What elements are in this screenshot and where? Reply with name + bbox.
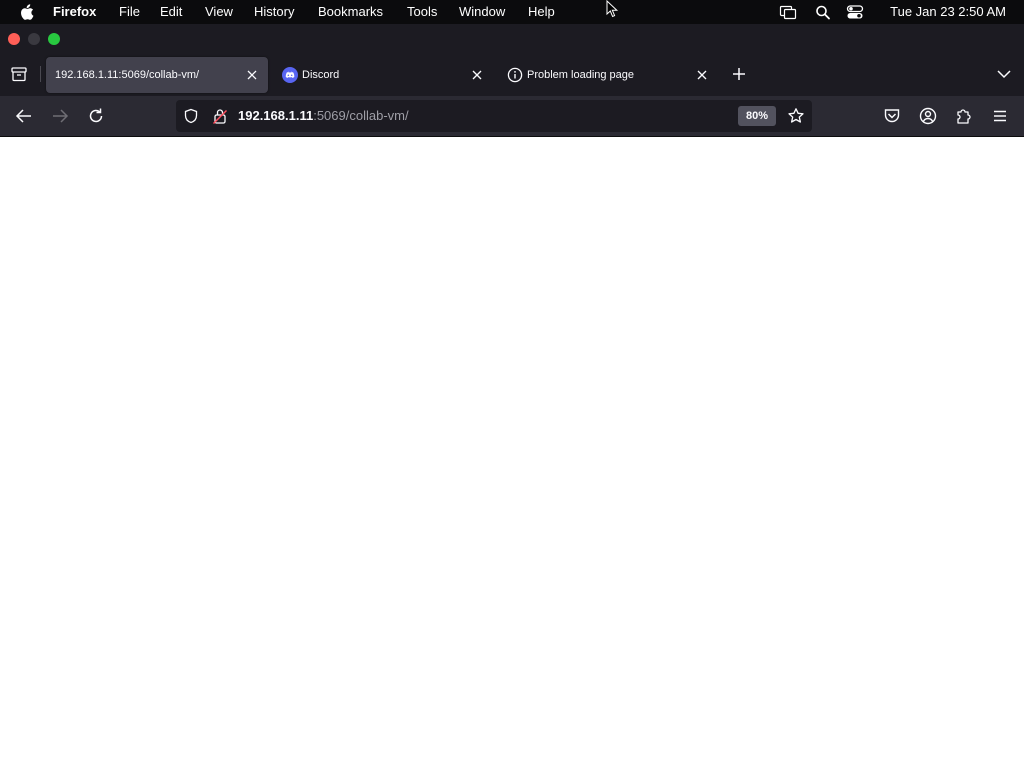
- account-icon[interactable]: [918, 106, 938, 126]
- extensions-puzzle-icon[interactable]: [954, 106, 974, 126]
- tab-problem-loading[interactable]: Problem loading page: [496, 57, 718, 93]
- menu-help[interactable]: Help: [528, 4, 555, 20]
- menu-bookmarks[interactable]: Bookmarks: [318, 4, 383, 20]
- back-arrow-icon[interactable]: [14, 106, 34, 126]
- list-all-tabs-chevron-down-icon[interactable]: [995, 66, 1013, 82]
- menu-file[interactable]: File: [119, 4, 140, 20]
- menu-edit[interactable]: Edit: [160, 4, 182, 20]
- window-zoom-button[interactable]: [48, 33, 60, 45]
- zoom-level-badge[interactable]: 80%: [738, 106, 776, 126]
- menu-bar-clock[interactable]: Tue Jan 23 2:50 AM: [890, 4, 1006, 20]
- control-center-icon[interactable]: [846, 3, 864, 21]
- hamburger-menu-icon[interactable]: [990, 106, 1010, 126]
- tab-title: Discord: [302, 69, 340, 81]
- menu-app-firefox[interactable]: Firefox: [53, 4, 96, 20]
- page-content-area[interactable]: [0, 137, 1024, 768]
- url-host: 192.168.1.11: [238, 108, 314, 123]
- menu-history[interactable]: History: [254, 4, 294, 20]
- tab-strip: 192.168.1.11:5069/collab-vm/ Discord Pro…: [0, 52, 1024, 96]
- url-bar[interactable]: 192.168.1.11:5069/collab-vm/ 80%: [176, 100, 812, 132]
- navigation-toolbar: 192.168.1.11:5069/collab-vm/ 80%: [0, 96, 1024, 137]
- forward-arrow-icon[interactable]: [50, 106, 70, 126]
- insecure-lock-icon[interactable]: [212, 107, 228, 125]
- mouse-pointer-icon: [606, 0, 619, 18]
- menu-tools[interactable]: Tools: [407, 4, 437, 20]
- tab-close-icon[interactable]: [694, 67, 710, 83]
- tab-close-icon[interactable]: [244, 67, 260, 83]
- discord-icon: [282, 67, 298, 83]
- info-icon: [507, 67, 523, 83]
- menu-window[interactable]: Window: [459, 4, 505, 20]
- tracking-protection-shield-icon[interactable]: [183, 108, 199, 124]
- spotlight-search-icon[interactable]: [815, 3, 831, 21]
- tab-title: 192.168.1.11:5069/collab-vm/: [55, 69, 200, 81]
- tab-title: Problem loading page: [527, 69, 635, 81]
- bookmark-star-icon[interactable]: [787, 107, 805, 125]
- tab-collab-vm[interactable]: 192.168.1.11:5069/collab-vm/: [46, 57, 268, 93]
- url-text[interactable]: 192.168.1.11:5069/collab-vm/: [238, 108, 409, 124]
- firefox-view-icon[interactable]: [10, 65, 28, 83]
- tab-close-icon[interactable]: [469, 67, 485, 83]
- screen-mirroring-icon[interactable]: [779, 3, 797, 21]
- window-title-bar: [0, 24, 1024, 52]
- tab-discord[interactable]: Discord: [271, 57, 493, 93]
- menu-view[interactable]: View: [205, 4, 233, 20]
- window-minimize-button[interactable]: [28, 33, 40, 45]
- url-path: :5069/collab-vm/: [313, 108, 409, 123]
- reload-icon[interactable]: [86, 106, 106, 126]
- window-close-button[interactable]: [8, 33, 20, 45]
- tab-strip-divider: [40, 66, 41, 82]
- macos-menu-bar: Firefox File Edit View History Bookmarks…: [0, 0, 1024, 24]
- pocket-icon[interactable]: [882, 106, 902, 126]
- new-tab-plus-icon[interactable]: [731, 66, 747, 82]
- apple-logo-icon[interactable]: [19, 4, 34, 20]
